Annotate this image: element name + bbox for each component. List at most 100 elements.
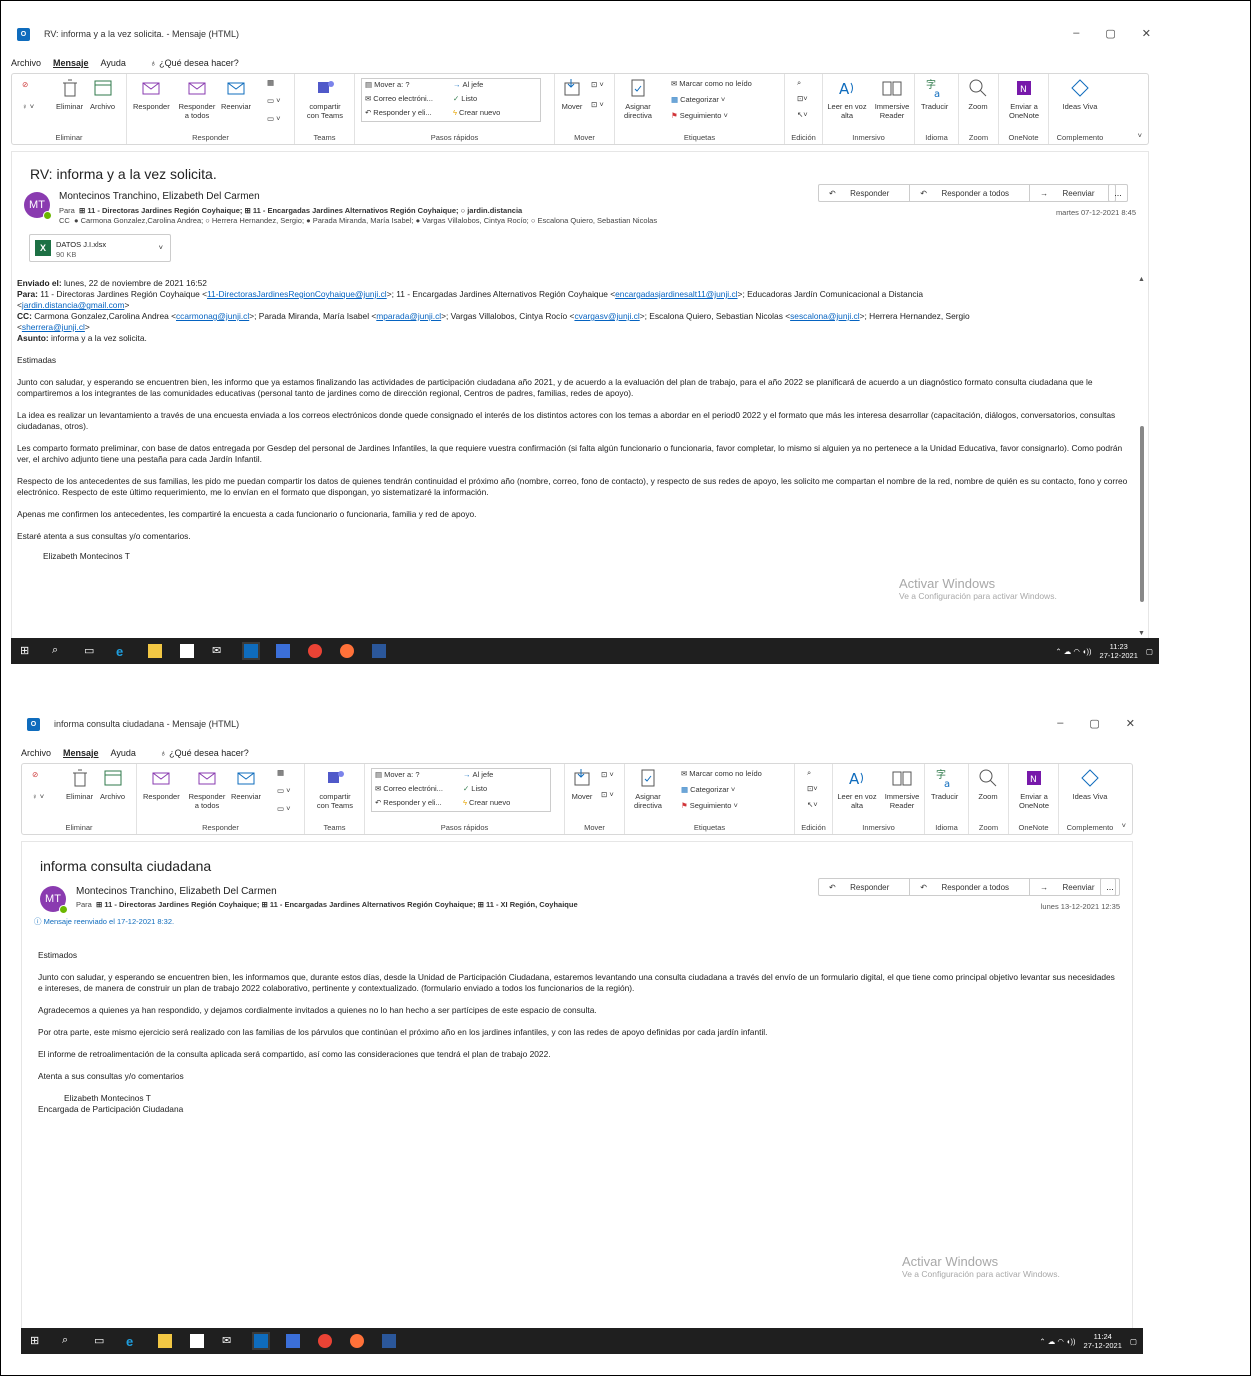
file-explorer-icon[interactable] [148, 644, 162, 658]
tray-icons[interactable]: ⌃ ☁ ◠ ◖)) [1039, 1337, 1075, 1346]
read-aloud-button[interactable]: A Leer en voz alta [827, 77, 867, 120]
ignore-icon[interactable]: ⊘ [22, 80, 28, 89]
rules-icon[interactable]: ⊡ ˅ [601, 770, 614, 779]
read-aloud-button[interactable]: A Leer en voz alta [837, 767, 877, 810]
menu-archivo[interactable]: Archivo [21, 748, 51, 758]
word-icon[interactable] [372, 644, 386, 658]
clock[interactable]: 11:23 27-12-2021 [1100, 642, 1138, 660]
collapse-ribbon-icon[interactable]: ˅ [1138, 131, 1142, 140]
share-teams-button[interactable]: compartir con Teams [303, 77, 347, 120]
qs-crear[interactable]: ϟ Crear nuevo [463, 798, 510, 807]
tray-icons[interactable]: ⌃ ☁ ◠ ◖)) [1055, 647, 1091, 656]
archive-button[interactable]: Archivo [100, 767, 125, 801]
viva-insights-button[interactable]: Ideas Viva [1061, 77, 1099, 111]
more-actions-button[interactable]: ... [1100, 878, 1120, 896]
junk-icon[interactable]: ♀ ˅ [22, 102, 34, 111]
app-icon[interactable] [286, 1334, 300, 1348]
sender-name[interactable]: Montecinos Tranchino, Elizabeth Del Carm… [59, 191, 260, 202]
mail-icon[interactable]: ✉ [222, 1334, 236, 1348]
delete-button[interactable]: Eliminar [56, 77, 83, 111]
email-link[interactable]: 11-DirectorasJardinesRegionCoyhaique@jun… [207, 289, 387, 299]
assign-policy-button[interactable]: Asignar directiva [629, 767, 667, 810]
delete-button[interactable]: Eliminar [66, 767, 93, 801]
email-link[interactable]: sescalona@junji.cl [790, 311, 860, 321]
file-explorer-icon[interactable] [158, 1334, 172, 1348]
immersive-reader-button[interactable]: Immersive Reader [871, 77, 913, 120]
zoom-button[interactable]: Zoom [967, 77, 989, 111]
categorize[interactable]: ▦ Categorizar ˅ [681, 785, 735, 794]
qs-correo[interactable]: ✉ Correo electróni... [365, 94, 433, 103]
email-link[interactable]: ccarmonag@junji.cl [176, 311, 249, 321]
scrollbar[interactable]: ▲ ▼ [1138, 276, 1146, 637]
zoom-button[interactable]: Zoom [977, 767, 999, 801]
mark-unread[interactable]: ✉ Marcar como no leído [681, 769, 762, 778]
clock[interactable]: 11:24 27-12-2021 [1084, 1332, 1122, 1350]
close-icon[interactable]: ✕ [1126, 717, 1135, 730]
junk-icon[interactable]: ♀ ˅ [32, 792, 44, 801]
store-icon[interactable] [180, 644, 194, 658]
related-icon[interactable]: ⊡˅ [807, 784, 818, 793]
qs-listo[interactable]: ✓ Listo [463, 784, 487, 793]
chrome-icon[interactable] [318, 1334, 332, 1348]
send-onenote-button[interactable]: N Enviar a OneNote [1005, 77, 1043, 120]
more-respond-icon[interactable]: ▭ ˅ [277, 804, 291, 813]
qs-mover[interactable]: ▤ Mover a: ? [365, 80, 410, 89]
start-icon[interactable]: ⊞ [30, 1334, 44, 1348]
forward-button[interactable]: Reenviar [221, 77, 251, 111]
mail-icon[interactable]: ✉ [212, 644, 226, 658]
follow-up[interactable]: ⚑ Seguimiento ˅ [681, 801, 738, 810]
minimize-icon[interactable]: – [1073, 27, 1079, 40]
menu-mensaje[interactable]: Mensaje [53, 58, 89, 68]
reply-action-button[interactable]: ↶ Responder [819, 185, 911, 201]
forward-action-button[interactable]: → Reenviar [1030, 185, 1114, 201]
reply-all-action-button[interactable]: ↶ Responder a todos [910, 185, 1031, 201]
share-teams-button[interactable]: compartir con Teams [313, 767, 357, 810]
move-button[interactable]: Mover [561, 77, 583, 111]
start-icon[interactable]: ⊞ [20, 644, 34, 658]
restore-icon[interactable]: ▢ [1089, 717, 1099, 730]
menu-mensaje[interactable]: Mensaje [63, 748, 99, 758]
assign-policy-button[interactable]: Asignar directiva [619, 77, 657, 120]
outlook-taskbar-icon[interactable] [242, 642, 260, 660]
email-link[interactable]: mparada@junji.cl [376, 311, 441, 321]
sender-name[interactable]: Montecinos Tranchino, Elizabeth Del Carm… [76, 886, 277, 897]
immersive-reader-button[interactable]: Immersive Reader [881, 767, 923, 810]
qs-crear[interactable]: ϟ Crear nuevo [453, 108, 500, 117]
firefox-icon[interactable] [350, 1334, 364, 1348]
select-icon[interactable]: ↖˅ [807, 800, 818, 809]
chrome-icon[interactable] [308, 644, 322, 658]
archive-button[interactable]: Archivo [90, 77, 115, 111]
restore-icon[interactable]: ▢ [1105, 27, 1115, 40]
meeting-icon[interactable]: ▦ [267, 78, 274, 87]
find-icon[interactable]: ⌕ [797, 78, 801, 88]
reply-all-button[interactable]: Responder a todos [187, 767, 227, 810]
scroll-thumb[interactable] [1140, 426, 1144, 602]
qs-jefe[interactable]: → Al jefe [453, 80, 483, 89]
related-icon[interactable]: ⊡˅ [797, 94, 808, 103]
translate-button[interactable]: 字a Traducir [921, 77, 948, 111]
reply-all-action-button[interactable]: ↶ Responder a todos [910, 879, 1031, 895]
email-link[interactable]: encargadasjardinesalt11@junji.cl [615, 289, 737, 299]
more-actions-button[interactable]: ... [1108, 184, 1128, 202]
search-icon[interactable]: ⌕ [62, 1334, 76, 1348]
email-link[interactable]: cvargasv@junji.cl [574, 311, 639, 321]
forward-button[interactable]: Reenviar [231, 767, 261, 801]
viva-insights-button[interactable]: Ideas Viva [1071, 767, 1109, 801]
app-icon[interactable] [276, 644, 290, 658]
more-respond-icon[interactable]: ▭ ˅ [267, 114, 281, 123]
menu-ayuda[interactable]: Ayuda [111, 748, 136, 758]
send-onenote-button[interactable]: N Enviar a OneNote [1015, 767, 1053, 810]
rules-icon[interactable]: ⊡ ˅ [591, 80, 604, 89]
menu-archivo[interactable]: Archivo [11, 58, 41, 68]
reply-button[interactable]: Responder [133, 77, 170, 111]
reply-button[interactable]: Responder [143, 767, 180, 801]
tell-me-box[interactable]: ♁ ¿Qué desea hacer? [150, 58, 239, 68]
reply-action-button[interactable]: ↶ Responder [819, 879, 911, 895]
task-view-icon[interactable]: ▭ [94, 1334, 108, 1348]
find-icon[interactable]: ⌕ [807, 768, 811, 778]
tell-me-box[interactable]: ♁ ¿Qué desea hacer? [160, 748, 249, 758]
outlook-taskbar-icon[interactable] [252, 1332, 270, 1350]
menu-ayuda[interactable]: Ayuda [101, 58, 126, 68]
qs-correo[interactable]: ✉ Correo electróni... [375, 784, 443, 793]
reply-all-button[interactable]: Responder a todos [177, 77, 217, 120]
